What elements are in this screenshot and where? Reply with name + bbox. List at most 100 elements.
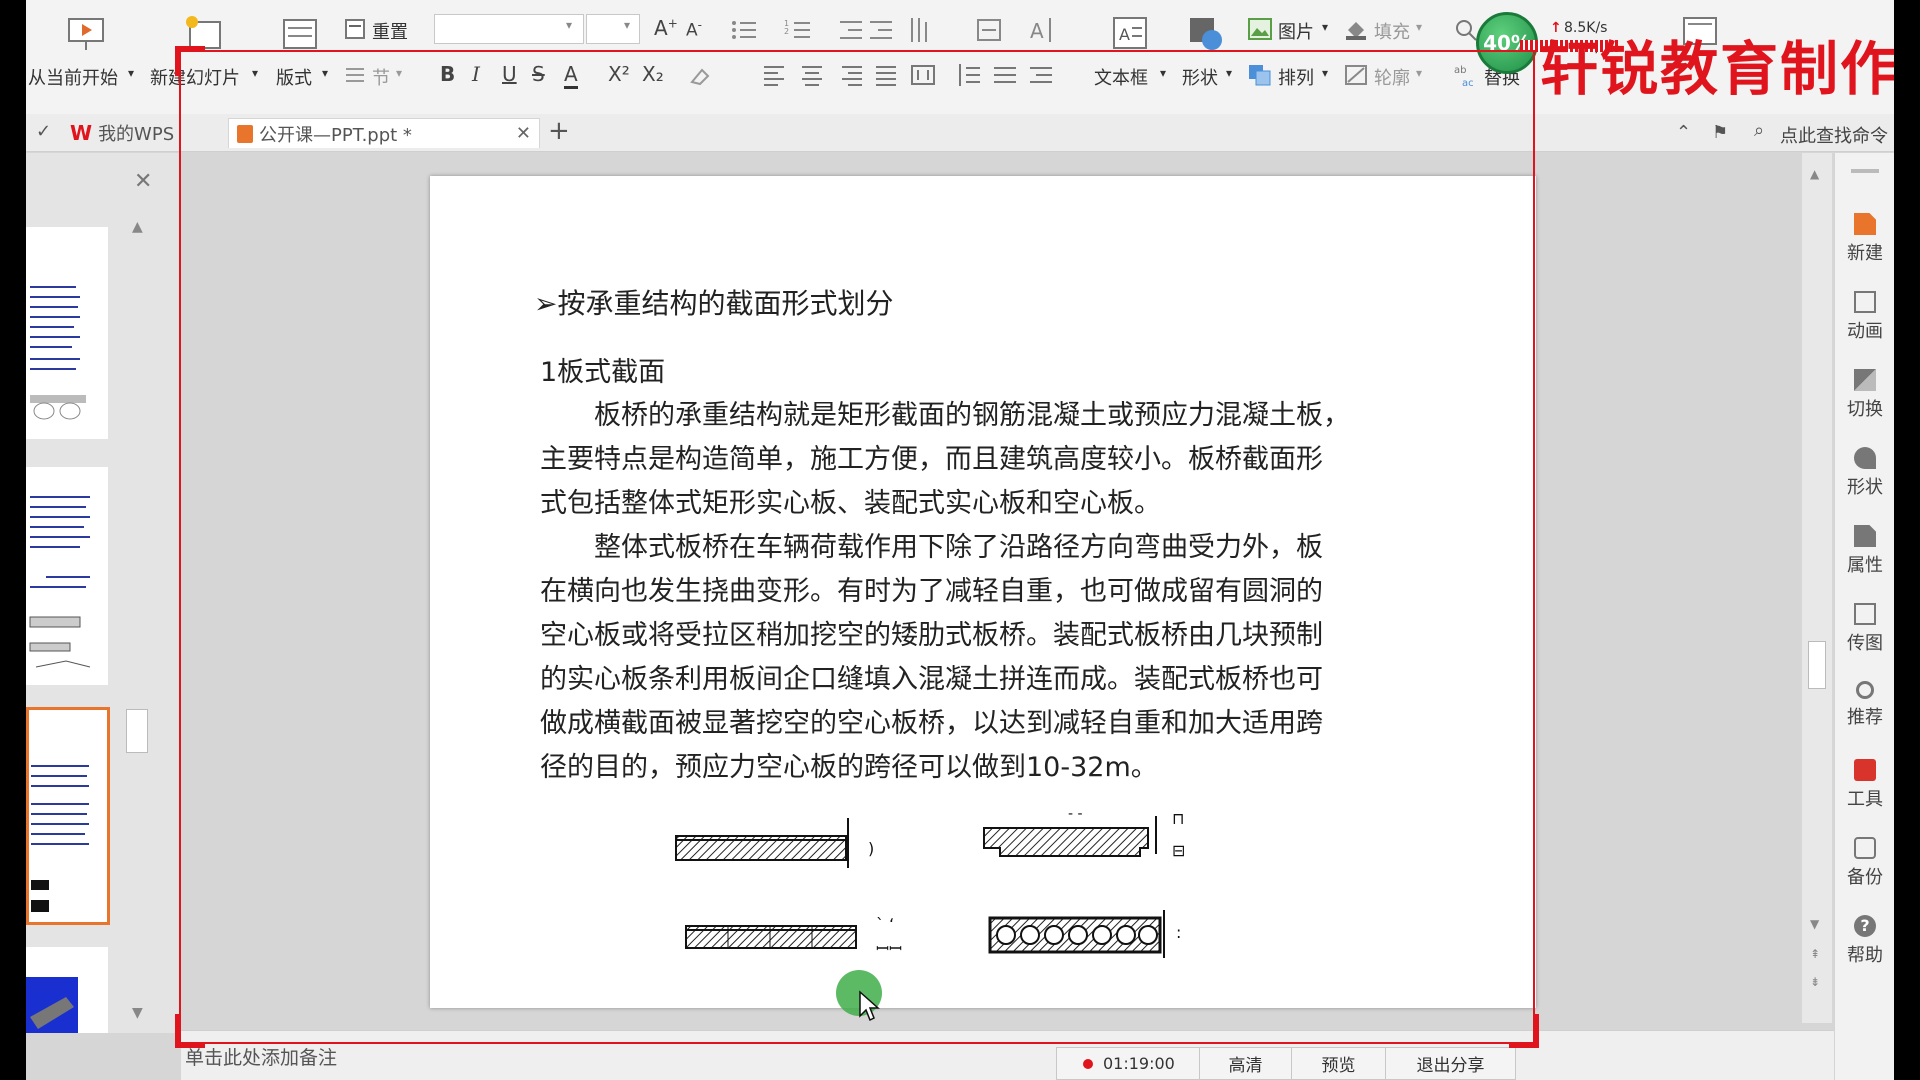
layout-button[interactable]: 版式 bbox=[276, 64, 312, 90]
dropdown-arrow-icon[interactable]: ▾ bbox=[1226, 66, 1232, 80]
reset-button[interactable]: 重置 bbox=[372, 18, 408, 44]
shape-icon[interactable] bbox=[1186, 16, 1226, 52]
line-spacing-icon[interactable]: A bbox=[1028, 16, 1056, 44]
preview-button[interactable]: 预览 bbox=[1291, 1047, 1385, 1080]
justify-icon[interactable] bbox=[874, 64, 898, 86]
align-right-icon[interactable] bbox=[840, 64, 864, 86]
section-icon[interactable] bbox=[344, 64, 366, 86]
dropdown-arrow-icon[interactable]: ▾ bbox=[1322, 66, 1328, 80]
add-tab-button[interactable]: + bbox=[548, 116, 570, 146]
columns-icon[interactable] bbox=[992, 62, 1018, 88]
prev-slide-icon[interactable]: ⇞ bbox=[1810, 947, 1820, 961]
paragraph-spacing-icon[interactable] bbox=[956, 62, 982, 88]
next-slide-icon[interactable]: ⇟ bbox=[1810, 975, 1820, 989]
superscript-button[interactable]: X² bbox=[608, 62, 630, 86]
thumb-scrollbar[interactable] bbox=[126, 709, 148, 753]
slide-thumbnail-selected[interactable] bbox=[26, 707, 110, 925]
align-text-icon[interactable] bbox=[976, 18, 1006, 42]
dropdown-arrow-icon[interactable]: ▾ bbox=[322, 66, 328, 80]
rb-new[interactable]: 新建 bbox=[1835, 213, 1894, 265]
fill-button[interactable]: 填充 bbox=[1374, 18, 1410, 44]
rb-properties[interactable]: 属性 bbox=[1835, 525, 1894, 577]
underline-button[interactable]: U bbox=[502, 62, 517, 86]
numbering-icon[interactable]: 12 bbox=[784, 18, 812, 42]
distribute-icon[interactable] bbox=[910, 64, 936, 86]
current-slide[interactable]: ➢按承重结构的截面形式划分 1板式截面 板桥的承重结构就是矩形截面的钢筋混凝土或… bbox=[430, 176, 1536, 1008]
slab-cross-section-diagram[interactable]: ) - - ⊓ ⊟ ` ʻ ꟷꟷ: bbox=[660, 812, 1320, 982]
rb-tools[interactable]: 工具 bbox=[1835, 759, 1894, 811]
outline-button[interactable]: 轮廓 bbox=[1374, 64, 1410, 90]
slide-heading[interactable]: ➢按承重结构的截面形式划分 bbox=[534, 282, 893, 322]
rb-upload-image[interactable]: 传图 bbox=[1835, 603, 1894, 655]
hd-button[interactable]: 高清 bbox=[1199, 1047, 1291, 1080]
indent-increase-icon[interactable] bbox=[868, 18, 894, 42]
command-search[interactable]: 点此查找命令 bbox=[1780, 122, 1888, 148]
thumb-scroll-down-icon[interactable]: ▼ bbox=[132, 1005, 143, 1021]
collapse-icon[interactable]: ⌃ bbox=[1676, 122, 1691, 143]
picture-button[interactable]: 图片 bbox=[1278, 18, 1314, 44]
dropdown-arrow-icon[interactable]: ▾ bbox=[1416, 20, 1422, 34]
textbox-button[interactable]: 文本框 bbox=[1094, 64, 1148, 90]
slide-thumbnail[interactable] bbox=[26, 467, 108, 685]
arrange-icon[interactable] bbox=[1248, 64, 1272, 86]
text-direction-icon[interactable] bbox=[906, 16, 938, 44]
search-icon[interactable]: ⌕ bbox=[1754, 120, 1764, 141]
reset-icon[interactable] bbox=[344, 18, 366, 40]
shape-button[interactable]: 形状 bbox=[1182, 64, 1218, 90]
bullets-icon[interactable] bbox=[730, 18, 758, 42]
rb-animation[interactable]: 动画 bbox=[1835, 291, 1894, 343]
dropdown-arrow-icon[interactable]: ▾ bbox=[396, 66, 402, 80]
notes-pane[interactable]: 单击此处添加备注 bbox=[181, 1030, 1834, 1080]
font-size-combo[interactable] bbox=[586, 14, 640, 44]
subscript-button[interactable]: X₂ bbox=[642, 62, 664, 86]
dropdown-arrow-icon[interactable]: ▾ bbox=[1416, 66, 1422, 80]
section-button[interactable]: 节 bbox=[372, 64, 390, 90]
new-slide-button[interactable]: 新建幻灯片 bbox=[150, 64, 240, 90]
tab-ppt-document[interactable]: 公开课—PPT.ppt * ✕ bbox=[228, 118, 540, 148]
slide-thumbnail[interactable] bbox=[26, 947, 108, 1033]
align-left-icon[interactable] bbox=[762, 64, 786, 86]
decrease-font-icon[interactable]: A- bbox=[686, 18, 702, 41]
dropdown-arrow-icon[interactable]: ▾ bbox=[128, 66, 134, 80]
rb-shape[interactable]: 形状 bbox=[1835, 447, 1894, 499]
scroll-down-icon[interactable]: ▼ bbox=[1810, 917, 1819, 931]
italic-button[interactable]: I bbox=[472, 62, 480, 86]
chevron-down-icon[interactable]: ▾ bbox=[566, 18, 572, 32]
notes-placeholder[interactable]: 单击此处添加备注 bbox=[185, 1043, 337, 1070]
layout-icon[interactable] bbox=[282, 18, 318, 50]
dropdown-arrow-icon[interactable]: ▾ bbox=[1322, 20, 1328, 34]
from-current-button[interactable]: 从当前开始 bbox=[28, 64, 118, 90]
clear-format-icon[interactable] bbox=[688, 64, 712, 88]
close-icon[interactable]: ✕ bbox=[516, 123, 531, 144]
chevron-down-icon[interactable]: ▾ bbox=[624, 18, 630, 32]
textbox-icon[interactable]: A bbox=[1112, 16, 1148, 50]
increase-font-icon[interactable]: A+ bbox=[654, 16, 678, 40]
rb-transition[interactable]: 切换 bbox=[1835, 369, 1894, 421]
thumb-scroll-up-icon[interactable]: ▲ bbox=[132, 219, 143, 235]
picture-icon[interactable] bbox=[1248, 18, 1272, 40]
pane-collapse-icon[interactable] bbox=[1851, 169, 1879, 173]
flag-icon[interactable]: ⚑ bbox=[1712, 122, 1728, 143]
bold-button[interactable]: B bbox=[440, 62, 455, 86]
slide-body[interactable]: 板桥的承重结构就是矩形截面的钢筋混凝土或预应力混凝土板， 主要特点是构造简单，施… bbox=[540, 394, 1500, 790]
exit-share-button[interactable]: 退出分享 bbox=[1385, 1047, 1515, 1080]
vertical-scrollbar[interactable]: ▲ ▼ ⇞ ⇟ bbox=[1802, 153, 1832, 1023]
fill-icon[interactable] bbox=[1344, 18, 1368, 40]
outline-icon[interactable] bbox=[1344, 64, 1368, 86]
strikethrough-button[interactable]: S bbox=[532, 62, 545, 86]
scroll-up-icon[interactable]: ▲ bbox=[1810, 167, 1819, 181]
dropdown-arrow-icon[interactable]: ▾ bbox=[252, 66, 258, 80]
rb-help[interactable]: ? 帮助 bbox=[1835, 915, 1894, 967]
font-name-combo[interactable] bbox=[434, 14, 584, 44]
rb-recommend[interactable]: 推荐 bbox=[1835, 681, 1894, 729]
slide-subheading[interactable]: 1板式截面 bbox=[540, 350, 665, 389]
rb-backup[interactable]: 备份 bbox=[1835, 837, 1894, 889]
indent-decrease-icon[interactable] bbox=[838, 18, 864, 42]
align-center-icon[interactable] bbox=[800, 64, 824, 86]
font-color-button[interactable]: A bbox=[564, 62, 578, 89]
tab-my-wps[interactable]: W 我的WPS ✕ bbox=[70, 118, 250, 148]
arrange-button[interactable]: 排列 bbox=[1278, 64, 1314, 90]
scroll-thumb[interactable] bbox=[1808, 641, 1826, 689]
slideshow-icon[interactable] bbox=[66, 16, 106, 52]
slide-thumbnail[interactable] bbox=[26, 227, 108, 439]
